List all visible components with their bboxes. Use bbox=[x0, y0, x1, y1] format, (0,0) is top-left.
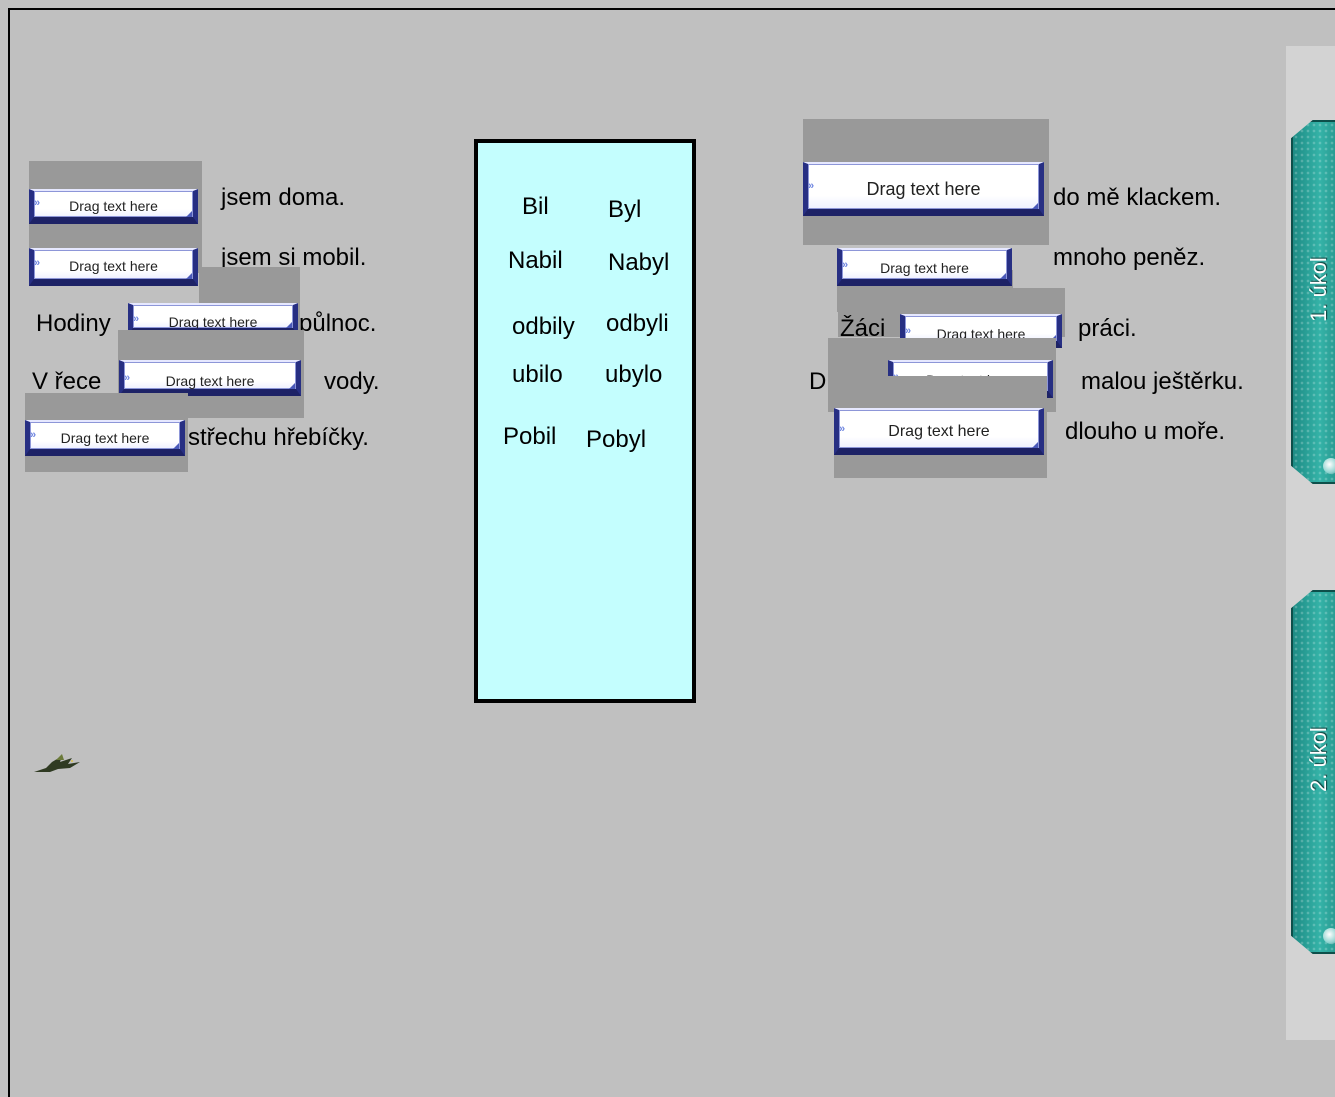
sentence-right-4-suffix: malou ještěrku. bbox=[1081, 368, 1244, 395]
sentence-right-2-suffix: mnoho peněz. bbox=[1053, 244, 1206, 271]
sentence-left-1-suffix: jsem doma. bbox=[221, 184, 346, 211]
drop-target-left-4[interactable]: » Drag text here bbox=[119, 360, 301, 396]
tab-knob-icon bbox=[1323, 458, 1335, 474]
word-bank-item[interactable]: Nabyl bbox=[608, 249, 669, 277]
chevron-right-icon: » bbox=[808, 180, 815, 192]
chevron-right-icon: » bbox=[34, 197, 41, 209]
chevron-right-icon: » bbox=[30, 429, 37, 441]
tab-task-1-label: 1. úkol bbox=[1306, 257, 1331, 322]
sentence-left-4-suffix: vody. bbox=[324, 368, 380, 395]
sentence-right-1-suffix: do mě klackem. bbox=[1053, 184, 1222, 211]
tab-task-2-label: 2. úkol bbox=[1306, 727, 1331, 792]
chevron-right-icon: » bbox=[842, 259, 849, 271]
word-bank-item[interactable]: ubylo bbox=[605, 361, 662, 389]
sentence-left-3-prefix: Hodiny bbox=[36, 310, 111, 337]
word-bank-item[interactable]: odbily bbox=[512, 313, 575, 341]
drop-target-left-2[interactable]: » Drag text here bbox=[29, 248, 198, 286]
tab-task-1[interactable]: 1. úkol bbox=[1291, 120, 1335, 484]
sentence-left-5-suffix: střechu hřebíčky. bbox=[188, 424, 369, 451]
sentence-right-3-suffix: práci. bbox=[1078, 315, 1137, 342]
drop-target-left-1[interactable]: » Drag text here bbox=[29, 189, 198, 224]
tab-knob-icon bbox=[1323, 928, 1335, 944]
sentence-right-5-suffix: dlouho u moře. bbox=[1065, 418, 1226, 445]
word-bank-item[interactable]: Bil bbox=[522, 193, 549, 221]
word-bank-item[interactable]: Nabil bbox=[508, 247, 563, 275]
word-bank-item[interactable]: Byl bbox=[608, 196, 641, 224]
drop-target-right-2[interactable]: » Drag text here bbox=[837, 248, 1012, 286]
chevron-right-icon: » bbox=[839, 423, 846, 435]
sentence-left-3-suffix: půlnoc. bbox=[299, 310, 377, 337]
drop-target-right-5[interactable]: » Drag text here bbox=[834, 408, 1044, 455]
word-bank-item[interactable]: ubilo bbox=[512, 361, 563, 389]
word-bank-item[interactable]: odbyli bbox=[606, 310, 669, 338]
dragon-icon bbox=[34, 754, 80, 772]
chevron-right-icon: » bbox=[34, 257, 41, 269]
drop-target-right-1[interactable]: » Drag text here bbox=[803, 162, 1044, 216]
sentence-left-4-prefix: V řece bbox=[32, 368, 102, 395]
drop-target-left-5[interactable]: » Drag text here bbox=[25, 420, 185, 456]
tab-task-2[interactable]: 2. úkol bbox=[1291, 590, 1335, 954]
chevron-right-icon: » bbox=[124, 372, 131, 384]
word-bank: Bil Byl Nabil Nabyl odbily odbyli ubilo … bbox=[474, 139, 696, 703]
word-bank-item[interactable]: Pobil bbox=[503, 423, 556, 451]
word-bank-item[interactable]: Pobyl bbox=[586, 426, 646, 454]
